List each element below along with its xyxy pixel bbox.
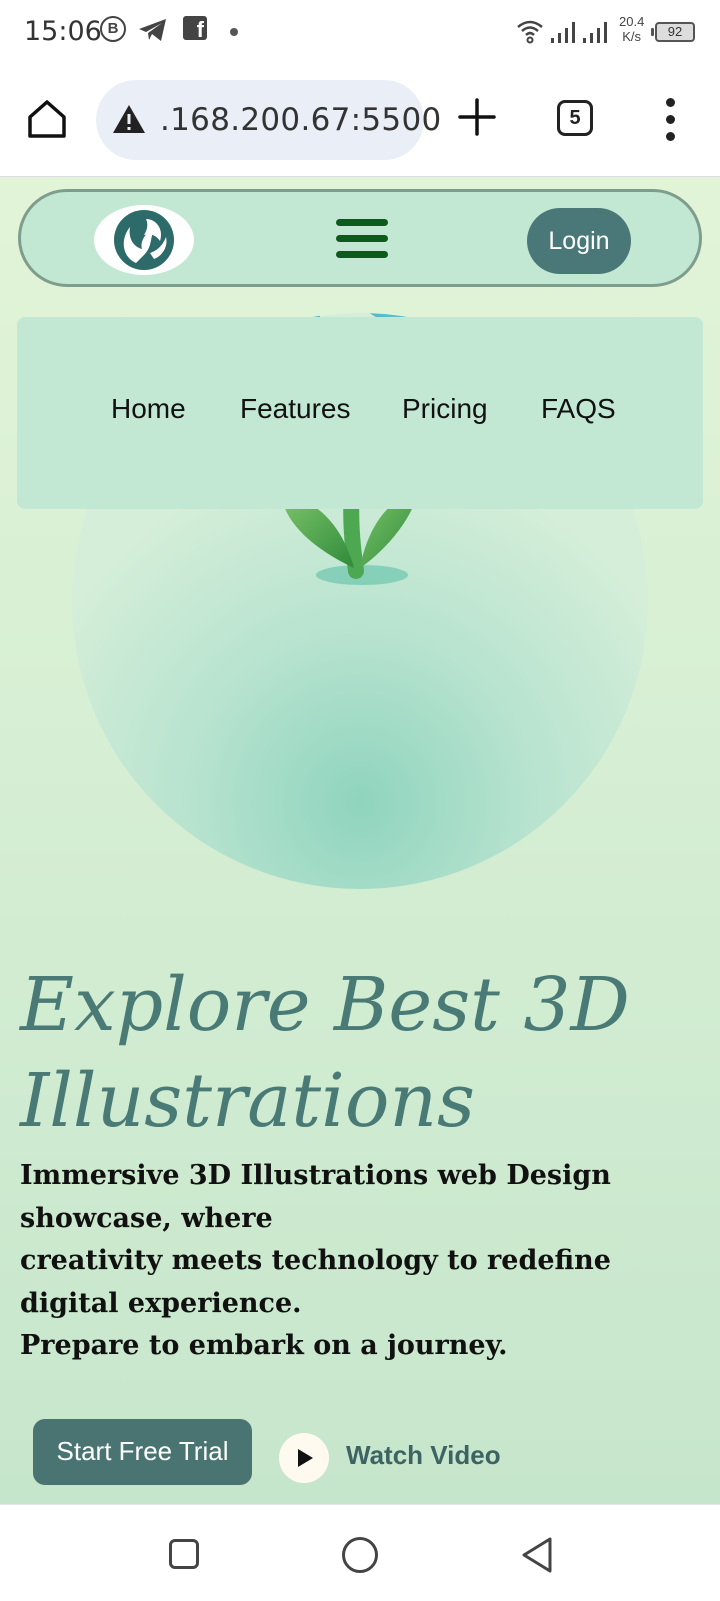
- home-icon[interactable]: [26, 98, 68, 140]
- system-nav-bar: [0, 1504, 720, 1601]
- hero-description-line: creativity meets technology to redefine …: [20, 1245, 611, 1319]
- leaf-hands-logo-icon: [114, 210, 174, 270]
- play-icon[interactable]: [279, 1433, 329, 1483]
- menu-item-pricing[interactable]: Pricing: [402, 393, 488, 425]
- facebook-icon: f: [183, 16, 207, 40]
- watch-video-link[interactable]: Watch Video: [346, 1440, 501, 1471]
- address-bar[interactable]: .168.200.67:5500: [96, 80, 441, 160]
- web-page: Login Home Features Pricing FAQS Explore…: [0, 177, 720, 1504]
- menu-item-features[interactable]: Features: [240, 393, 351, 425]
- browser-menu-icon[interactable]: [660, 98, 680, 142]
- hero-description: Immersive 3D Illustrations web Design sh…: [20, 1155, 710, 1368]
- browser-toolbar: .168.200.67:5500 5: [0, 66, 720, 177]
- back-icon[interactable]: [520, 1536, 554, 1574]
- start-free-trial-button[interactable]: Start Free Trial: [33, 1419, 252, 1485]
- battery-indicator: 92: [651, 22, 695, 42]
- status-bar: 15:06 B f 20.4 K/s 92: [0, 0, 720, 66]
- signal-icon-2: [583, 22, 607, 43]
- wifi-icon: [517, 20, 543, 44]
- hero-description-line: Immersive 3D Illustrations web Design sh…: [20, 1160, 611, 1234]
- menu-item-faqs[interactable]: FAQS: [541, 393, 616, 425]
- telegram-icon: [139, 19, 166, 41]
- menu-item-home[interactable]: Home: [111, 393, 186, 425]
- home-nav-icon[interactable]: [342, 1537, 378, 1573]
- status-time: 15:06: [24, 16, 102, 47]
- url-text[interactable]: .168.200.67:5500: [160, 102, 441, 138]
- network-speed-unit: K/s: [622, 29, 642, 44]
- hamburger-menu-icon[interactable]: [336, 219, 388, 259]
- recent-apps-icon[interactable]: [169, 1539, 199, 1569]
- network-speed-value: 20.4: [619, 14, 645, 29]
- tab-switcher-button[interactable]: 5: [557, 100, 593, 136]
- hero-title: Explore Best 3D Illustrations: [20, 957, 700, 1149]
- hero-title-line2: Illustrations: [20, 1058, 476, 1144]
- hero-title-line1: Explore Best 3D: [20, 962, 630, 1048]
- b-app-icon: B: [100, 16, 126, 42]
- warning-icon[interactable]: [112, 104, 146, 134]
- network-speed: 20.4 K/s: [619, 14, 644, 44]
- site-logo[interactable]: [94, 205, 194, 275]
- signal-icon: [551, 22, 575, 43]
- site-navbar: Login: [18, 189, 702, 287]
- hero-description-line: Prepare to embark on a journey.: [20, 1330, 508, 1361]
- new-tab-icon[interactable]: [456, 96, 498, 138]
- login-button[interactable]: Login: [527, 208, 631, 274]
- notification-dot-icon: [230, 28, 238, 36]
- nav-menu-panel: Home Features Pricing FAQS: [17, 317, 703, 509]
